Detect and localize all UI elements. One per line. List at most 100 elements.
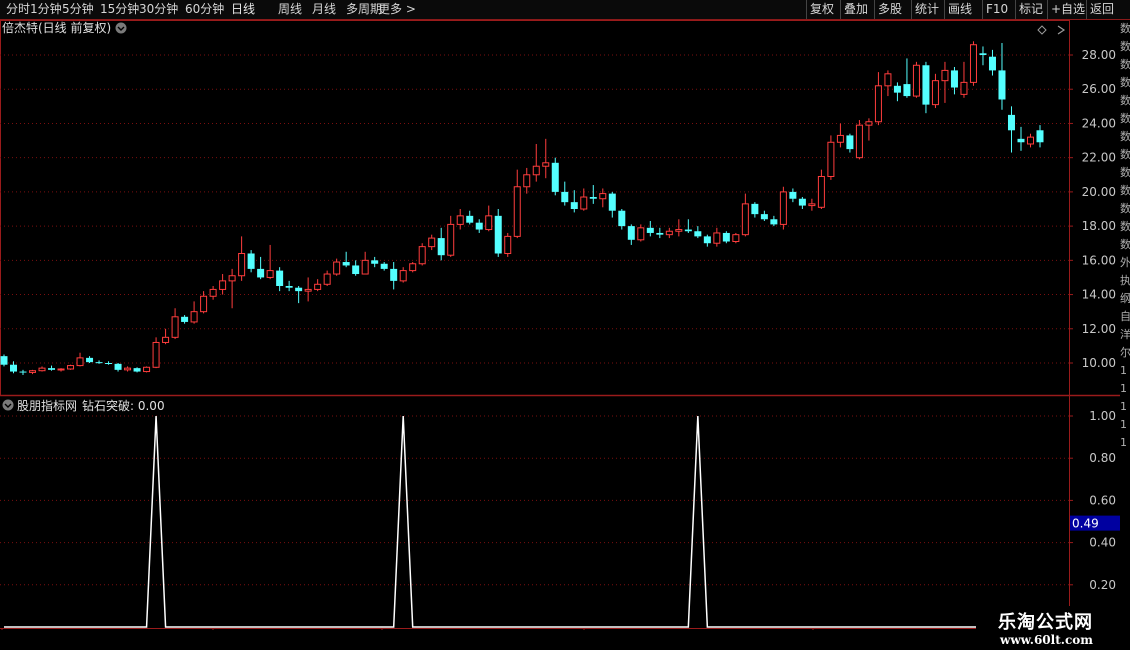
candle-body-up <box>76 357 84 367</box>
candle-body-up <box>200 295 208 313</box>
side-strip-char: 1 <box>1120 436 1127 449</box>
toolbar-button-6[interactable]: 标记 <box>1019 1 1043 18</box>
toolbar-button-1[interactable]: 叠加 <box>844 1 868 18</box>
toolbar-button-8[interactable]: 返回 <box>1090 1 1114 18</box>
candle-body-down <box>1036 130 1044 143</box>
candle-body-down <box>703 236 711 244</box>
candle-body-down <box>570 202 578 209</box>
toolbar-separator <box>911 0 912 19</box>
toolbar-tab-7[interactable]: 周线 <box>278 1 302 18</box>
toolbar-button-7[interactable]: +自选 <box>1051 1 1085 18</box>
candle-body-down <box>437 238 445 256</box>
candle-body-up <box>361 259 369 275</box>
toolbar-button-5[interactable]: F10 <box>986 1 1008 18</box>
candle-body-down <box>770 219 778 225</box>
candle-body-down <box>561 191 569 203</box>
toolbar-button-3[interactable]: 统计 <box>915 1 939 18</box>
side-strip-char: 数 <box>1120 94 1130 107</box>
toolbar-tab-4[interactable]: 30分钟 <box>139 1 178 18</box>
side-strip-char: 数 <box>1120 130 1130 143</box>
diamond-icon[interactable] <box>1037 25 1047 35</box>
candle-body-up <box>143 366 151 373</box>
toolbar-separator <box>944 0 945 19</box>
chevron-down-icon[interactable] <box>115 22 127 34</box>
candle-body-up <box>171 316 179 338</box>
candle-body-up <box>228 275 236 282</box>
candle-body-up <box>124 367 132 371</box>
candle-body-down <box>494 215 502 254</box>
price-tick-label: 26.00 <box>1082 82 1116 96</box>
side-strip-char: 数 <box>1120 76 1130 89</box>
candle-body-down <box>371 260 379 264</box>
candle-body-down <box>1017 138 1025 143</box>
toolbar-tab-5[interactable]: 60分钟 <box>185 1 224 18</box>
candle-body-up <box>504 235 512 254</box>
side-strip-char: 纲 <box>1120 292 1130 305</box>
side-strip-char: 外 <box>1120 256 1130 269</box>
toolbar-tab-1[interactable]: 1分钟 <box>30 1 62 18</box>
toolbar-tab-8[interactable]: 月线 <box>312 1 336 18</box>
toolbar-button-4[interactable]: 画线 <box>948 1 972 18</box>
candle-body-up <box>827 141 835 177</box>
candle-body-down <box>893 85 901 93</box>
candle-body-up <box>675 229 683 232</box>
candle-body-up <box>456 215 464 225</box>
toolbar-button-0[interactable]: 复权 <box>810 1 834 18</box>
candle-body-up <box>741 203 749 236</box>
side-strip-char: 数 <box>1120 112 1130 125</box>
candle-body-down <box>86 357 94 363</box>
candle-body-up <box>969 44 977 83</box>
side-strip-char: 1 <box>1120 364 1127 377</box>
candle-body-down <box>48 368 56 370</box>
candle-body-down <box>760 214 768 220</box>
candle-body-down <box>551 162 559 192</box>
candle-body-up <box>428 237 436 248</box>
candle-body-up <box>333 261 341 275</box>
candle-body-down <box>694 231 702 237</box>
toolbar-tab-9[interactable]: 多周期 <box>346 1 382 18</box>
side-strip-char: 1 <box>1120 382 1127 395</box>
toolbar-tab-2[interactable]: 5分钟 <box>62 1 94 18</box>
candle-body-up <box>209 288 217 297</box>
candle-body-down <box>114 363 122 370</box>
candle-body-up <box>409 263 417 272</box>
side-strip-char: 数 <box>1120 22 1130 35</box>
toolbar-button-2[interactable]: 多股 <box>878 1 902 18</box>
candle-body-up <box>266 270 274 278</box>
side-strip-char: 数 <box>1120 166 1130 179</box>
chevron-right-icon[interactable] <box>1057 25 1066 35</box>
cursor-value-label: 0.49 <box>1072 517 1099 531</box>
side-strip-char: 1 <box>1120 418 1127 431</box>
candle-body-down <box>475 222 483 230</box>
candle-body-down <box>646 227 654 233</box>
candle-body-down <box>979 53 987 55</box>
toolbar-tab-6[interactable]: 日线 <box>231 1 255 18</box>
toolbar-tab-10[interactable]: 更多 > <box>378 1 416 18</box>
candle-body-up <box>485 215 493 231</box>
indicator-tick-label: 1.00 <box>1089 409 1116 423</box>
candle-body-up <box>884 73 892 87</box>
candle-body-up <box>190 311 198 323</box>
candle-body-down <box>589 197 597 199</box>
candle-body-down <box>390 268 398 281</box>
price-tick-label: 28.00 <box>1082 48 1116 62</box>
side-strip-char: 尔 <box>1120 346 1130 359</box>
toolbar-tab-0[interactable]: 分时 <box>6 1 30 18</box>
side-strip-char: 自 <box>1120 310 1130 323</box>
candle-body-up <box>1026 136 1034 145</box>
candle-body-up <box>238 252 246 277</box>
candle-body-up <box>637 227 645 241</box>
candle-body-up <box>732 234 740 243</box>
candle-body-up <box>447 223 455 256</box>
candle-body-down <box>608 193 616 211</box>
toolbar-separator <box>982 0 983 19</box>
side-strip-char: 数 <box>1120 220 1130 233</box>
candle-body-up <box>314 283 322 290</box>
toolbar-tab-3[interactable]: 15分钟 <box>100 1 139 18</box>
candle-body-down <box>352 265 360 275</box>
candle-body-down <box>903 84 911 97</box>
candle-body-down <box>998 70 1006 100</box>
indicator-chevron-icon[interactable] <box>2 399 14 411</box>
candle-body-down <box>798 198 806 206</box>
indicator-tick-label: 0.20 <box>1089 578 1116 592</box>
